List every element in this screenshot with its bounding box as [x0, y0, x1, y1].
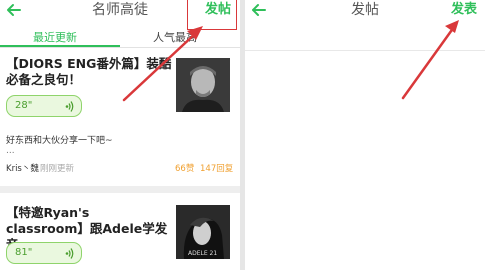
red-arrow-icon [401, 20, 459, 100]
red-arrow-icon [122, 26, 203, 102]
annotation-arrows [122, 20, 459, 102]
